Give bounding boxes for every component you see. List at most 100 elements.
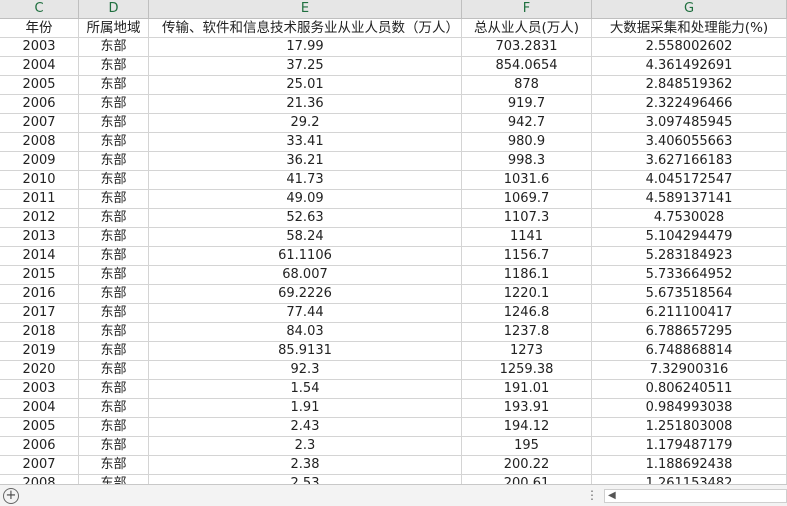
column-header-c[interactable]: C [0,0,79,19]
table-cell[interactable]: 84.03 [149,323,462,342]
table-cell[interactable]: 2010 [0,171,79,190]
table-cell[interactable]: 2011 [0,190,79,209]
table-cell[interactable]: 85.9131 [149,342,462,361]
table-cell[interactable]: 2.3 [149,437,462,456]
table-cell[interactable]: 5.104294479 [592,228,787,247]
table-cell[interactable]: 980.9 [462,133,592,152]
table-cell[interactable]: 东部 [79,361,149,380]
table-cell[interactable]: 703.2831 [462,38,592,57]
table-cell[interactable]: 东部 [79,437,149,456]
table-cell[interactable]: 49.09 [149,190,462,209]
table-cell[interactable]: 25.01 [149,76,462,95]
table-cell[interactable]: 东部 [79,418,149,437]
table-cell[interactable]: 2016 [0,285,79,304]
table-cell[interactable]: 1069.7 [462,190,592,209]
table-cell[interactable]: 1.179487179 [592,437,787,456]
table-cell[interactable]: 2006 [0,95,79,114]
table-cell[interactable]: 2004 [0,399,79,418]
table-cell[interactable]: 195 [462,437,592,456]
table-cell[interactable]: 东部 [79,475,149,484]
table-cell[interactable]: 2017 [0,304,79,323]
table-cell[interactable]: 2006 [0,437,79,456]
table-cell[interactable]: 1.188692438 [592,456,787,475]
table-cell[interactable]: 东部 [79,228,149,247]
table-cell[interactable]: 2.322496466 [592,95,787,114]
scroll-left-icon[interactable]: ◀ [608,490,616,501]
table-cell[interactable]: 6.788657295 [592,323,787,342]
table-cell[interactable]: 2009 [0,152,79,171]
table-cell[interactable]: 854.0654 [462,57,592,76]
table-cell[interactable]: 1141 [462,228,592,247]
table-cell[interactable]: 1259.38 [462,361,592,380]
table-cell[interactable]: 2.848519362 [592,76,787,95]
header-cell-region[interactable]: 所属地域 [79,19,149,38]
table-cell[interactable]: 41.73 [149,171,462,190]
table-cell[interactable]: 878 [462,76,592,95]
table-cell[interactable]: 2014 [0,247,79,266]
horizontal-scrollbar[interactable] [604,489,787,503]
table-cell[interactable]: 东部 [79,247,149,266]
table-cell[interactable]: 东部 [79,133,149,152]
table-cell[interactable]: 2019 [0,342,79,361]
column-header-d[interactable]: D [79,0,149,19]
table-cell[interactable]: 1.261153482 [592,475,787,484]
table-cell[interactable]: 17.99 [149,38,462,57]
table-cell[interactable]: 5.283184923 [592,247,787,266]
table-cell[interactable]: 2015 [0,266,79,285]
table-cell[interactable]: 4.7530028 [592,209,787,228]
table-cell[interactable]: 1031.6 [462,171,592,190]
table-cell[interactable]: 0.806240511 [592,380,787,399]
table-cell[interactable]: 194.12 [462,418,592,437]
table-cell[interactable]: 1107.3 [462,209,592,228]
table-cell[interactable]: 2018 [0,323,79,342]
table-cell[interactable]: 2.38 [149,456,462,475]
table-cell[interactable]: 2003 [0,380,79,399]
table-cell[interactable]: 东部 [79,456,149,475]
table-cell[interactable]: 东部 [79,190,149,209]
table-cell[interactable]: 2007 [0,456,79,475]
table-cell[interactable]: 1237.8 [462,323,592,342]
table-cell[interactable]: 2005 [0,418,79,437]
table-cell[interactable]: 4.361492691 [592,57,787,76]
table-cell[interactable]: 1220.1 [462,285,592,304]
table-cell[interactable]: 77.44 [149,304,462,323]
header-cell-bigdata-capacity[interactable]: 大数据采集和处理能力(%) [592,19,787,38]
table-cell[interactable]: 2.558002602 [592,38,787,57]
table-cell[interactable]: 东部 [79,380,149,399]
table-cell[interactable]: 1273 [462,342,592,361]
table-cell[interactable]: 1.91 [149,399,462,418]
table-cell[interactable]: 东部 [79,76,149,95]
header-cell-year[interactable]: 年份 [0,19,79,38]
table-cell[interactable]: 2012 [0,209,79,228]
table-cell[interactable]: 6.211100417 [592,304,787,323]
table-cell[interactable]: 东部 [79,38,149,57]
table-cell[interactable]: 东部 [79,152,149,171]
table-cell[interactable]: 5.673518564 [592,285,787,304]
table-cell[interactable]: 4.045172547 [592,171,787,190]
header-cell-total-employees[interactable]: 总从业人员(万人) [462,19,592,38]
table-cell[interactable]: 6.748868814 [592,342,787,361]
table-cell[interactable]: 29.2 [149,114,462,133]
table-cell[interactable]: 2008 [0,133,79,152]
table-cell[interactable]: 东部 [79,266,149,285]
table-cell[interactable]: 东部 [79,304,149,323]
table-cell[interactable]: 4.589137141 [592,190,787,209]
table-cell[interactable]: 36.21 [149,152,462,171]
table-cell[interactable]: 东部 [79,323,149,342]
table-cell[interactable]: 3.406055663 [592,133,787,152]
table-cell[interactable]: 1156.7 [462,247,592,266]
add-sheet-button[interactable]: + [3,488,19,504]
table-cell[interactable]: 61.1106 [149,247,462,266]
table-cell[interactable]: 东部 [79,285,149,304]
table-cell[interactable]: 东部 [79,399,149,418]
table-cell[interactable]: 东部 [79,95,149,114]
table-cell[interactable]: 33.41 [149,133,462,152]
table-cell[interactable]: 193.91 [462,399,592,418]
table-cell[interactable]: 919.7 [462,95,592,114]
table-cell[interactable]: 68.007 [149,266,462,285]
table-cell[interactable]: 5.733664952 [592,266,787,285]
table-cell[interactable]: 东部 [79,57,149,76]
table-cell[interactable]: 52.63 [149,209,462,228]
table-cell[interactable]: 92.3 [149,361,462,380]
table-cell[interactable]: 0.984993038 [592,399,787,418]
